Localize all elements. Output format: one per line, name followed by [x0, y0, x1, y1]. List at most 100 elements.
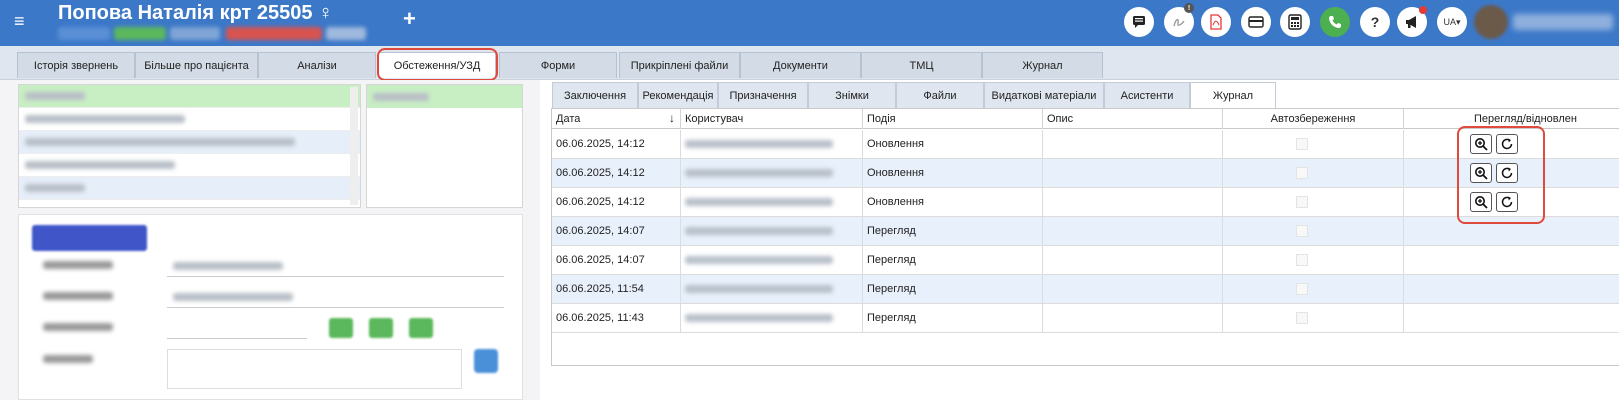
- megaphone-icon[interactable]: [1397, 6, 1427, 37]
- cell-event: Оновлення: [863, 159, 1043, 187]
- autosave-checkbox[interactable]: [1296, 167, 1308, 179]
- column-header-user[interactable]: Користувач: [681, 109, 863, 129]
- subtab-assistants[interactable]: Асистенти: [1104, 82, 1190, 110]
- tab-inventory[interactable]: ТМЦ: [861, 52, 982, 78]
- autosave-checkbox[interactable]: [1296, 196, 1308, 208]
- cell-autosave: [1223, 275, 1404, 303]
- cell-event: Перегляд: [863, 275, 1043, 303]
- cell-description: [1043, 217, 1223, 245]
- chat-icon[interactable]: [1124, 7, 1154, 37]
- cell-user: [681, 275, 863, 303]
- tab-visit-history[interactable]: Історія звернень: [17, 52, 135, 78]
- highlight-outline: [377, 48, 498, 81]
- blurred-user-name[interactable]: [1513, 14, 1613, 30]
- cell-date: 06.06.2025, 14:12: [552, 188, 681, 216]
- cell-event: Перегляд: [863, 304, 1043, 332]
- list-item[interactable]: [367, 85, 522, 108]
- form-label: [43, 355, 93, 363]
- cell-date: 06.06.2025, 11:54: [552, 275, 681, 303]
- cell-autosave: [1223, 246, 1404, 274]
- signature-icon[interactable]: !: [1164, 3, 1194, 37]
- cell-event: Оновлення: [863, 188, 1043, 216]
- sort-arrow-icon[interactable]: ↓: [669, 111, 675, 125]
- column-header-event[interactable]: Подія: [863, 109, 1043, 129]
- column-header-autosave[interactable]: Автозбереження: [1223, 109, 1404, 129]
- subtab-conclusion[interactable]: Заключення: [552, 82, 638, 110]
- subtab-prescription[interactable]: Призначення: [718, 82, 808, 110]
- green-button[interactable]: [409, 318, 433, 338]
- pdf-icon[interactable]: [1201, 7, 1231, 37]
- help-icon[interactable]: ?: [1360, 7, 1390, 37]
- examination-list: [18, 84, 361, 208]
- cell-description: [1043, 130, 1223, 158]
- app-header: ≡ Попова Наталія крт 25505 ♀ + ! ? UA ▾: [0, 0, 1619, 46]
- avatar[interactable]: [1474, 5, 1508, 39]
- list-scrollbar[interactable]: [350, 87, 358, 205]
- right-panel: Заключення Рекомендація Призначення Знім…: [540, 80, 1619, 400]
- table-row[interactable]: 06.06.2025, 11:43 Перегляд: [552, 304, 1619, 333]
- tab-forms[interactable]: Форми: [499, 52, 617, 78]
- form-select[interactable]: [167, 255, 504, 277]
- list-item[interactable]: [19, 131, 360, 154]
- green-button[interactable]: [369, 318, 393, 338]
- plus-icon[interactable]: +: [403, 8, 416, 30]
- language-selector[interactable]: UA ▾: [1437, 7, 1467, 37]
- list-item[interactable]: [19, 108, 360, 131]
- column-header-description[interactable]: Опис: [1043, 109, 1223, 129]
- list-item[interactable]: [19, 154, 360, 177]
- cell-date: 06.06.2025, 11:43: [552, 304, 681, 332]
- blue-button[interactable]: [474, 349, 498, 373]
- form-input[interactable]: [167, 317, 307, 339]
- green-button[interactable]: [329, 318, 353, 338]
- subtab-journal[interactable]: Журнал: [1190, 82, 1276, 110]
- hamburger-menu-icon[interactable]: ≡: [14, 12, 25, 30]
- left-panel: [0, 80, 540, 400]
- blurred-action-button[interactable]: [32, 225, 147, 251]
- cell-autosave: [1223, 130, 1404, 158]
- cell-event: Перегляд: [863, 217, 1043, 245]
- autosave-checkbox[interactable]: [1296, 138, 1308, 150]
- table-row[interactable]: 06.06.2025, 14:07 Перегляд: [552, 246, 1619, 275]
- subtab-recommendation[interactable]: Рекомендація: [638, 82, 718, 110]
- cell-user: [681, 304, 863, 332]
- autosave-checkbox[interactable]: [1296, 254, 1308, 266]
- subtab-materials[interactable]: Видаткові матеріали: [984, 82, 1104, 110]
- list-item[interactable]: [19, 85, 360, 108]
- cell-event: Перегляд: [863, 246, 1043, 274]
- cell-date: 06.06.2025, 14:12: [552, 130, 681, 158]
- cell-user: [681, 188, 863, 216]
- cell-event: Оновлення: [863, 130, 1043, 158]
- cell-user: [681, 246, 863, 274]
- form-textarea[interactable]: [167, 349, 462, 389]
- examination-form: [18, 214, 523, 400]
- blurred-patient-info: [114, 27, 166, 40]
- cell-date: 06.06.2025, 14:07: [552, 217, 681, 245]
- subtab-images[interactable]: Знімки: [808, 82, 896, 110]
- cell-description: [1043, 159, 1223, 187]
- calculator-icon[interactable]: [1280, 7, 1310, 37]
- cell-date: 06.06.2025, 14:12: [552, 159, 681, 187]
- autosave-checkbox[interactable]: [1296, 312, 1308, 324]
- table-row[interactable]: 06.06.2025, 11:54 Перегляд: [552, 275, 1619, 304]
- column-header-date[interactable]: Дата ↓: [552, 109, 681, 129]
- cell-user: [681, 159, 863, 187]
- list-item[interactable]: [19, 177, 360, 200]
- cell-autosave: [1223, 159, 1404, 187]
- card-icon[interactable]: [1241, 7, 1271, 37]
- tab-analyses[interactable]: Аналізи: [258, 52, 376, 78]
- cell-user: [681, 130, 863, 158]
- autosave-checkbox[interactable]: [1296, 283, 1308, 295]
- autosave-checkbox[interactable]: [1296, 225, 1308, 237]
- tab-journal[interactable]: Журнал: [982, 52, 1103, 78]
- cell-description: [1043, 275, 1223, 303]
- cell-description: [1043, 304, 1223, 332]
- form-select[interactable]: [167, 286, 504, 308]
- subtab-files[interactable]: Файли: [896, 82, 984, 110]
- tab-attached-files[interactable]: Прикріплені файли: [619, 52, 740, 78]
- cell-autosave: [1223, 304, 1404, 332]
- patient-title: Попова Наталія крт 25505 ♀: [58, 2, 334, 24]
- tab-more-about-patient[interactable]: Більше про пацієнта: [135, 52, 258, 78]
- phone-icon[interactable]: [1320, 7, 1350, 37]
- grid-header: Дата ↓ Користувач Подія Опис Автозбережен…: [552, 109, 1619, 129]
- tab-documents[interactable]: Документи: [740, 52, 861, 78]
